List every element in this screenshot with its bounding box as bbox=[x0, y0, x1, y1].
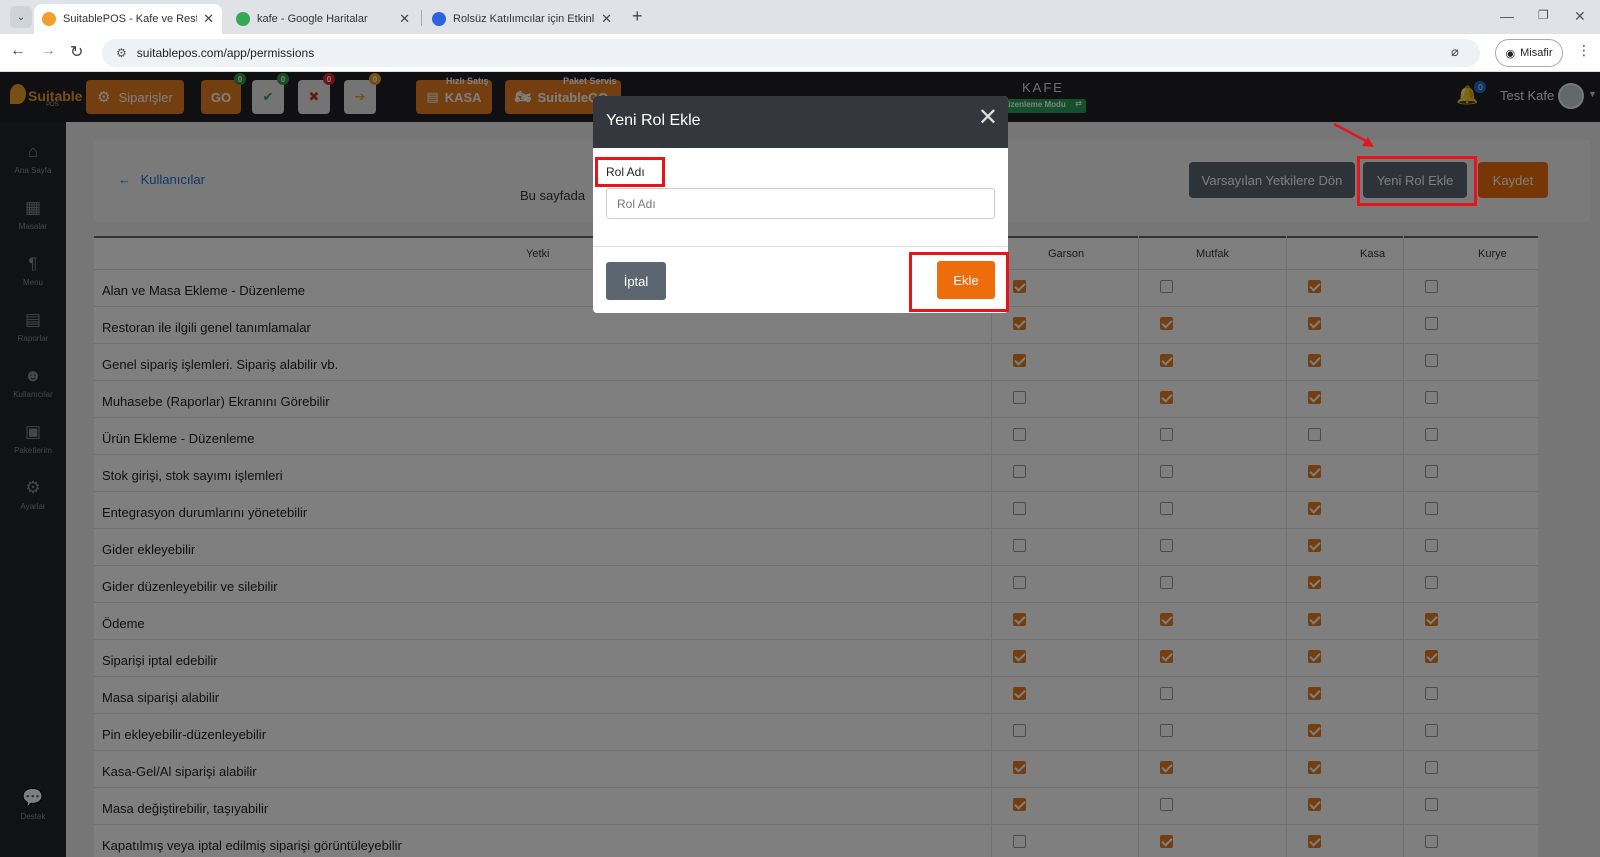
back-arrow-icon[interactable]: ← bbox=[10, 42, 26, 60]
role-name-input[interactable] bbox=[606, 188, 995, 219]
cancel-button[interactable]: İptal bbox=[606, 262, 666, 300]
annotation-arrow bbox=[1333, 122, 1374, 147]
zoom-favicon-icon bbox=[432, 12, 446, 26]
modal-header: Yeni Rol Ekle ✕ bbox=[593, 96, 1008, 148]
new-tab-icon[interactable]: + bbox=[632, 6, 643, 27]
window-close-icon[interactable]: ✕ bbox=[1574, 8, 1586, 25]
minimize-icon[interactable]: — bbox=[1500, 8, 1514, 24]
location-blocked-icon[interactable]: ⌀ bbox=[1451, 44, 1459, 60]
close-icon[interactable]: ✕ bbox=[978, 106, 998, 130]
forward-arrow-icon[interactable]: → bbox=[40, 42, 56, 60]
close-tab-icon[interactable]: ✕ bbox=[203, 11, 214, 27]
tab-search-icon[interactable]: ⌄ bbox=[10, 6, 32, 28]
address-bar-row: ← → ↻ ⚙ suitablepos.com/app/permissions … bbox=[0, 34, 1600, 72]
restore-icon[interactable]: ❐ bbox=[1538, 8, 1549, 22]
browser-tab-strip: ⌄ SuitablePOS - Kafe ve Restoran ✕ kafe … bbox=[0, 0, 1600, 34]
maps-favicon-icon bbox=[236, 12, 250, 26]
tab-google-maps[interactable]: kafe - Google Haritalar ✕ bbox=[228, 4, 418, 34]
modal-divider bbox=[593, 246, 1008, 247]
suitablepos-favicon-icon bbox=[42, 12, 56, 26]
modal-title: Yeni Rol Ekle bbox=[606, 112, 701, 129]
highlight-new-role-button bbox=[1357, 156, 1477, 206]
reload-icon[interactable]: ↻ bbox=[70, 42, 83, 62]
profile-button[interactable]: ◉ Misafir bbox=[1495, 39, 1563, 67]
browser-menu-icon[interactable]: ⋮ bbox=[1577, 42, 1591, 59]
tab-suitablepos[interactable]: SuitablePOS - Kafe ve Restoran ✕ bbox=[34, 4, 222, 34]
highlight-add-button bbox=[909, 252, 1009, 312]
close-tab-icon[interactable]: ✕ bbox=[399, 11, 410, 27]
tab-zoom-event[interactable]: Rolsüz Katılımcılar için Etkinlik S ✕ bbox=[424, 4, 620, 34]
profile-icon: ◉ bbox=[1505, 47, 1516, 60]
close-tab-icon[interactable]: ✕ bbox=[601, 11, 612, 27]
highlight-role-name-label bbox=[595, 157, 665, 187]
url-field[interactable]: ⚙ suitablepos.com/app/permissions bbox=[102, 39, 1480, 67]
tab-separator bbox=[421, 10, 422, 26]
site-settings-icon[interactable]: ⚙ bbox=[116, 46, 127, 60]
